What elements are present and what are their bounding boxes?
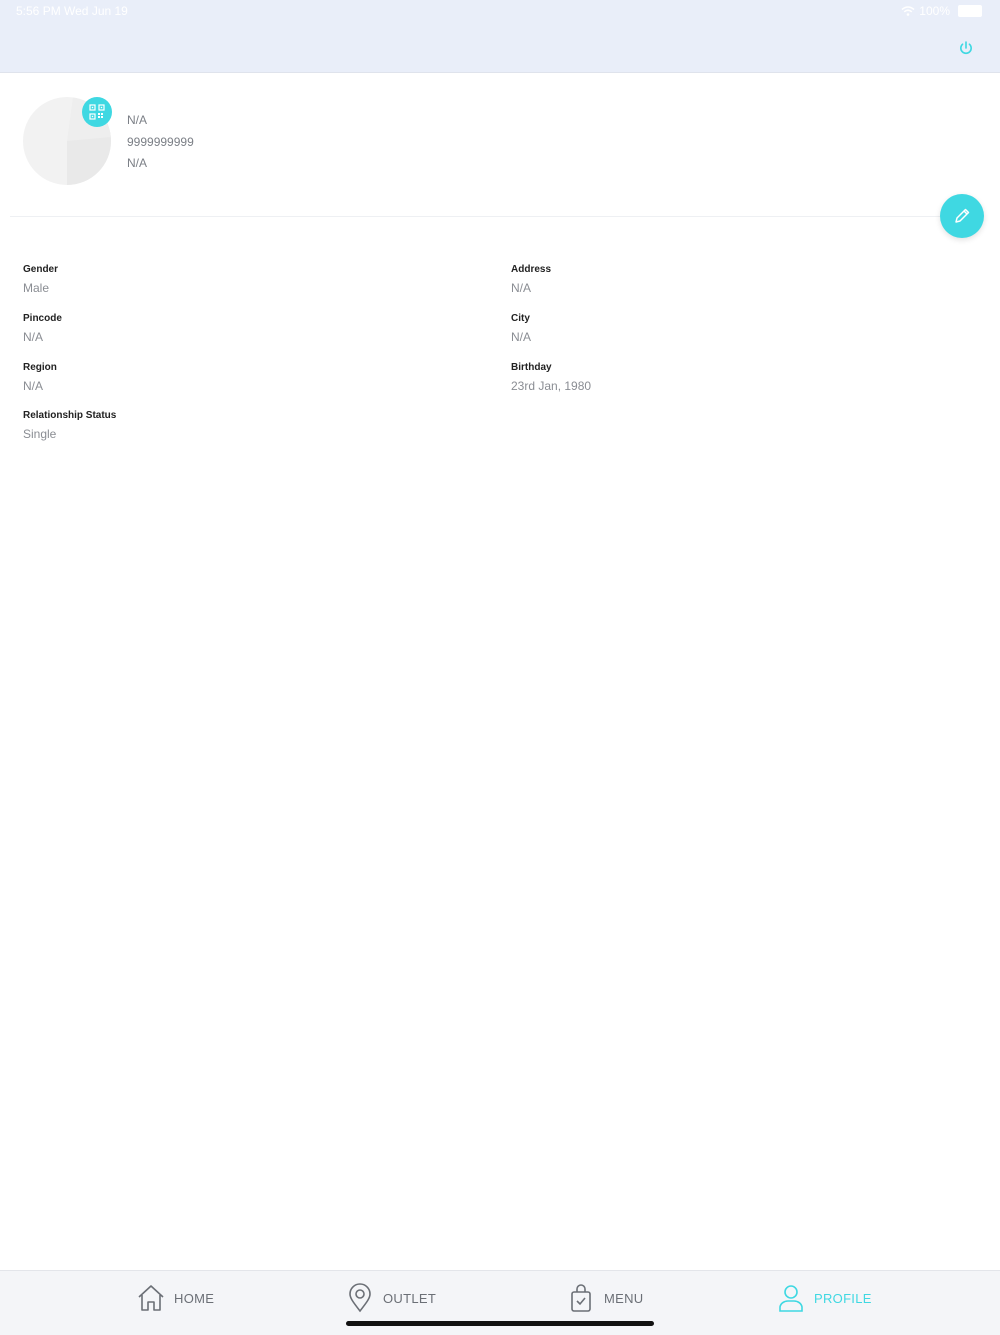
field-label: Region xyxy=(23,362,57,373)
field-value: Single xyxy=(23,427,57,441)
pencil-icon xyxy=(955,208,970,223)
field-value: Male xyxy=(23,281,50,295)
tab-outlet[interactable]: OUTLET xyxy=(345,1283,436,1313)
field-relationship-status: Relationship Status Single xyxy=(23,410,116,441)
user-icon xyxy=(779,1285,803,1312)
power-icon[interactable] xyxy=(958,40,974,56)
field-address: Address N/A xyxy=(511,264,551,295)
battery-icon xyxy=(958,5,982,17)
field-city: City N/A xyxy=(511,313,531,344)
field-region: Region N/A xyxy=(23,362,57,393)
location-pin-icon xyxy=(349,1283,371,1313)
profile-name: N/A xyxy=(127,113,148,127)
field-pincode: Pincode N/A xyxy=(23,313,62,344)
home-icon xyxy=(138,1285,164,1311)
tab-menu[interactable]: MENU xyxy=(566,1283,643,1313)
field-birthday: Birthday 23rd Jan, 1980 xyxy=(511,362,591,393)
field-value: N/A xyxy=(23,379,44,393)
wifi-icon xyxy=(901,6,915,16)
field-label: Pincode xyxy=(23,313,62,324)
top-bar: 5:56 PM Wed Jun 19 100% xyxy=(0,0,1000,73)
qr-code-icon xyxy=(89,104,105,120)
tab-label: OUTLET xyxy=(383,1290,437,1306)
field-label: Address xyxy=(511,264,552,275)
divider xyxy=(10,216,940,217)
field-value: N/A xyxy=(511,330,532,344)
tab-label: MENU xyxy=(604,1290,644,1306)
field-value: N/A xyxy=(23,330,44,344)
tab-label: PROFILE xyxy=(814,1290,872,1306)
status-time: 5:56 PM Wed Jun 19 xyxy=(16,4,128,18)
home-indicator xyxy=(346,1321,654,1326)
tab-label: HOME xyxy=(174,1290,215,1306)
shopping-bag-icon xyxy=(571,1284,591,1312)
field-label: City xyxy=(511,313,530,324)
field-label: Relationship Status xyxy=(23,410,117,421)
field-value: N/A xyxy=(511,281,532,295)
tab-home[interactable]: HOME xyxy=(136,1283,214,1313)
field-label: Gender xyxy=(23,264,59,275)
field-gender: Gender Male xyxy=(23,264,58,295)
profile-email: N/A xyxy=(127,156,148,170)
battery-percent: 100% xyxy=(919,4,950,18)
field-label: Birthday xyxy=(511,362,552,373)
profile-phone: 9999999999 xyxy=(127,135,194,149)
qr-code-button[interactable] xyxy=(82,97,112,127)
tab-profile[interactable]: PROFILE xyxy=(776,1283,872,1313)
edit-profile-button[interactable] xyxy=(940,194,984,238)
status-indicators: 100% xyxy=(901,4,982,18)
field-value: 23rd Jan, 1980 xyxy=(511,379,592,393)
